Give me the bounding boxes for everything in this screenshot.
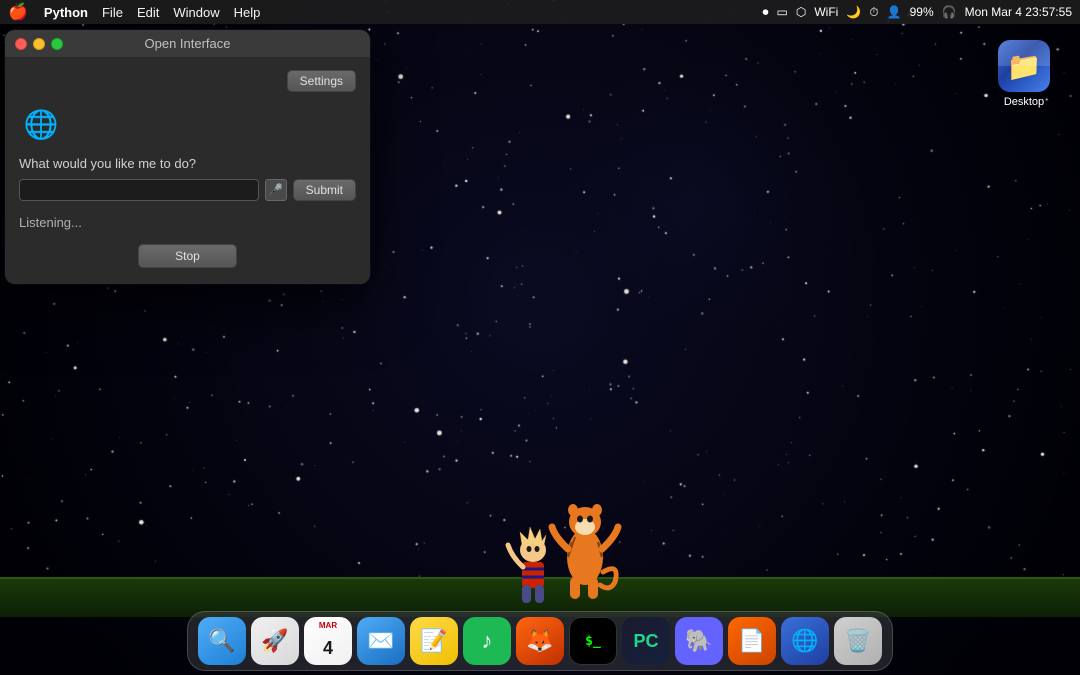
settings-row: Settings [19, 70, 356, 92]
finder-icon: 🔍 [208, 628, 235, 654]
open-interface-window[interactable]: Open Interface Settings 🌐 What would you… [5, 30, 370, 284]
menubar-window[interactable]: Window [173, 5, 219, 20]
dock-item-terminal[interactable]: $_ [569, 617, 617, 665]
menubar-right: ⏺ ▭ ⬡ WiFi 🌙 ⏱ 👤 99% 🎧 Mon Mar 4 23:57:5… [762, 5, 1072, 20]
window-body: Settings 🌐 What would you like me to do?… [5, 58, 370, 284]
menubar: 🍎 Python File Edit Window Help ⏺ ▭ ⬡ WiF… [0, 0, 1080, 24]
dock-item-mastodon[interactable]: 🐘 [675, 617, 723, 665]
mic-button[interactable]: 🎤 [265, 179, 287, 201]
mastodon-icon: 🐘 [685, 628, 712, 654]
globe-icon: 🌐 [19, 102, 63, 146]
menubar-file[interactable]: File [102, 5, 123, 20]
dock-item-finder[interactable]: 🔍 [198, 617, 246, 665]
menubar-time-icon: ⏱ [869, 5, 878, 20]
character-scene [480, 477, 640, 617]
command-input[interactable] [19, 179, 259, 201]
dock-item-spotify[interactable]: ♪ [463, 617, 511, 665]
window-title: Open Interface [145, 36, 231, 51]
terminal-icon: $_ [585, 634, 601, 649]
menubar-user-icon: 👤 [887, 5, 902, 19]
menubar-help[interactable]: Help [234, 5, 261, 20]
launchpad-icon: 🚀 [261, 628, 288, 654]
question-label: What would you like me to do? [19, 156, 356, 171]
submit-button[interactable]: Submit [293, 179, 356, 201]
settings-button[interactable]: Settings [287, 70, 356, 92]
menubar-wifi-icon: WiFi [814, 5, 838, 19]
menubar-record-icon: ⏺ [762, 5, 768, 20]
listening-status: Listening... [19, 215, 356, 230]
notes-icon: 📝 [420, 628, 447, 654]
menubar-app-name[interactable]: Python [44, 5, 88, 20]
menubar-datetime: Mon Mar 4 23:57:55 [965, 5, 1072, 19]
spotify-icon: ♪ [482, 628, 493, 654]
input-row: 🎤 Submit [19, 179, 356, 201]
dock-item-calendar[interactable]: MAR 4 [304, 617, 352, 665]
menubar-moon-icon: 🌙 [846, 5, 861, 19]
trash-icon: 🗑️ [844, 628, 871, 654]
stop-button[interactable]: Stop [138, 244, 237, 268]
stop-row: Stop [19, 244, 356, 268]
mail-icon: ✉️ [367, 628, 394, 654]
minimize-button[interactable] [33, 38, 45, 50]
dock-item-notes[interactable]: 📝 [410, 617, 458, 665]
globe-row: 🌐 [19, 102, 356, 146]
menubar-bluetooth-icon: ⬡ [796, 5, 806, 19]
window-controls[interactable] [15, 38, 63, 50]
close-button[interactable] [15, 38, 27, 50]
desktop-folder-icon[interactable]: 📁 Desktop [988, 40, 1060, 108]
dock-item-globe[interactable]: 🌐 [781, 617, 829, 665]
menubar-edit[interactable]: Edit [137, 5, 159, 20]
dock-item-sublimetext[interactable]: 📄 [728, 617, 776, 665]
pycharm-icon: PC [633, 631, 658, 652]
menubar-battery-text: 99% [910, 5, 934, 19]
maximize-button[interactable] [51, 38, 63, 50]
menubar-left: 🍎 Python File Edit Window Help [8, 2, 260, 22]
apple-menu[interactable]: 🍎 [8, 2, 28, 22]
desktop: 🍎 Python File Edit Window Help ⏺ ▭ ⬡ WiF… [0, 0, 1080, 675]
dock-item-firefox[interactable]: 🦊 [516, 617, 564, 665]
dock-item-launchpad[interactable]: 🚀 [251, 617, 299, 665]
menubar-headphone-icon: 🎧 [942, 5, 957, 19]
sublimetext-icon: 📄 [738, 628, 765, 654]
desktop-folder-label: Desktop [1004, 96, 1044, 108]
dock-item-trash[interactable]: 🗑️ [834, 617, 882, 665]
globe-dock-icon: 🌐 [791, 628, 818, 654]
menubar-screen-icon: ▭ [777, 5, 788, 19]
firefox-icon: 🦊 [526, 628, 553, 654]
window-titlebar: Open Interface [5, 30, 370, 58]
dock: 🔍 🚀 MAR 4 ✉️ 📝 ♪ 🦊 $_ PC 🐘 📄 [187, 611, 893, 671]
dock-item-mail[interactable]: ✉️ [357, 617, 405, 665]
folder-icon-image: 📁 [998, 40, 1050, 92]
dock-item-pycharm[interactable]: PC [622, 617, 670, 665]
